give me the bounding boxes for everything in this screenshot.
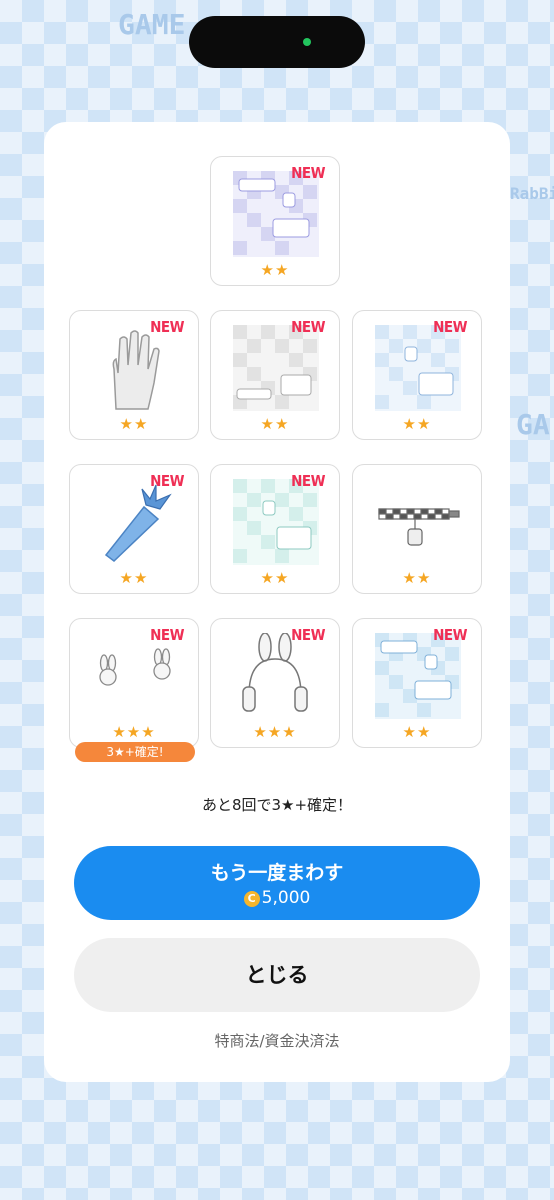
new-label: NEW [291, 626, 325, 644]
legal-link[interactable]: 特商法/資金決済法 [44, 1030, 510, 1051]
new-label: NEW [150, 472, 184, 490]
new-label: NEW [150, 626, 184, 644]
wallpaper-pattern-gray-icon [233, 325, 319, 411]
wallpaper-pattern-lightblue-icon [375, 325, 461, 411]
new-label: NEW [291, 472, 325, 490]
bg-rabbit-text: RabBi [510, 184, 554, 203]
result-item-7[interactable]: ★★ [352, 464, 482, 594]
new-label: NEW [433, 318, 467, 336]
result-item-5[interactable]: NEW ★★ [69, 464, 199, 594]
new-label: NEW [291, 318, 325, 336]
blue-carrot-icon [92, 479, 178, 565]
result-item-9[interactable]: NEW ★★★ [210, 618, 340, 748]
rarity-stars: ★★★ [253, 723, 297, 741]
rarity-stars: ★★ [402, 415, 432, 433]
new-label: NEW [291, 164, 325, 182]
checkered-choker-icon [375, 479, 461, 565]
wallpaper-pattern-lavender-icon [233, 171, 319, 257]
rarity-stars: ★★ [260, 569, 290, 587]
bg-game-text-right: GA [516, 408, 550, 441]
result-item-10[interactable]: NEW ★★ [352, 618, 482, 748]
result-item-6[interactable]: NEW ★★ [210, 464, 340, 594]
rarity-stars: ★★ [260, 261, 290, 279]
result-item-4[interactable]: NEW ★★ [352, 310, 482, 440]
rarity-stars: ★★ [402, 569, 432, 587]
bg-game-text-left: GAME [118, 8, 186, 41]
camera-indicator-icon [303, 38, 311, 46]
pity-counter-notice: あと8回で3★+確定！ [201, 796, 353, 814]
rarity-stars: ★★ [119, 415, 149, 433]
price-value: 5,000 [261, 888, 311, 908]
spin-again-button[interactable]: もう一度まわす C 5,000 [74, 846, 480, 920]
wallpaper-pattern-blue-icon [375, 633, 461, 719]
rarity-stars: ★★ [260, 415, 290, 433]
result-item-1[interactable]: NEW ★★ [210, 156, 340, 286]
bunny-earrings-icon [92, 633, 178, 719]
rarity-stars: ★★ [402, 723, 432, 741]
result-item-8[interactable]: NEW ★★★ 3★+確定! [69, 618, 199, 762]
spin-price: C 5,000 [74, 888, 480, 908]
guaranteed-badge: 3★+確定! [75, 742, 195, 762]
spin-again-label: もう一度まわす [210, 862, 344, 884]
wallpaper-pattern-mint-icon [233, 479, 319, 565]
dynamic-island [189, 16, 365, 68]
result-item-3[interactable]: NEW ★★ [210, 310, 340, 440]
bunny-headphones-icon [233, 632, 319, 719]
rarity-stars: ★★★ [112, 723, 156, 741]
white-glove-icon [92, 325, 178, 411]
result-item-2[interactable]: NEW ★★ [69, 310, 199, 440]
close-button[interactable]: とじる [74, 938, 480, 1012]
coin-icon: C [243, 891, 260, 907]
new-label: NEW [433, 626, 467, 644]
rarity-stars: ★★ [119, 569, 149, 587]
new-label: NEW [150, 318, 184, 336]
